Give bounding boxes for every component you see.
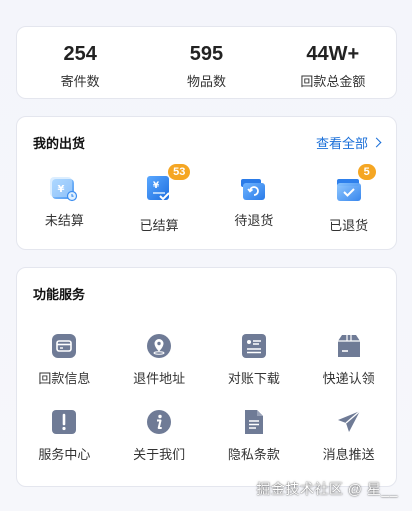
shipment-label: 待退货 (234, 213, 274, 228)
shipment-label: 已退货 (329, 218, 369, 233)
service-privacy-terms[interactable]: 隐私条款 (207, 409, 302, 463)
stat-label: 寄件数 (60, 74, 100, 89)
svg-text:¥: ¥ (153, 181, 160, 191)
service-payment-info[interactable]: 回款信息 (17, 333, 112, 387)
service-label: 隐私条款 (227, 447, 280, 462)
services-card: 功能服务 回款信息 退件地址 对账下载 快递认领 服务中心 关于我们 隐私条款 … (16, 267, 397, 487)
location-pin-icon (147, 334, 172, 358)
pending-return-icon (240, 179, 265, 200)
section-title: 功能服务 (33, 287, 86, 302)
returned-count-badge: 5 (357, 164, 376, 180)
stat-total-payment[interactable]: 44W+ 回款总金额 (270, 27, 396, 98)
service-label: 退件地址 (133, 371, 186, 386)
service-label: 消息推送 (322, 447, 375, 462)
chevron-right-icon (371, 137, 382, 148)
shipment-pending-return[interactable]: 待退货 (207, 174, 302, 234)
package-box-icon (337, 335, 360, 357)
service-label: 快递认领 (322, 371, 375, 386)
view-all-link[interactable]: 查看全部 (315, 133, 382, 152)
settled-icon: ¥ (147, 176, 170, 201)
stat-label: 回款总金额 (300, 74, 366, 89)
services-grid: 回款信息 退件地址 对账下载 快递认领 服务中心 关于我们 隐私条款 消息推送 (17, 333, 396, 463)
stat-items[interactable]: 595 物品数 (143, 27, 269, 98)
unsettled-icon: ¥ (50, 177, 78, 202)
shipment-settled[interactable]: ¥ 53 已结算 (112, 164, 207, 234)
stat-shipments[interactable]: 254 寄件数 (17, 27, 143, 98)
shipment-label: 未结算 (44, 213, 84, 228)
service-label: 对账下载 (227, 371, 280, 386)
shipment-returned[interactable]: 5 已退货 (301, 164, 396, 234)
statement-icon (241, 334, 266, 358)
section-title: 我的出货 (33, 136, 86, 151)
service-label: 服务中心 (38, 447, 91, 462)
card-header: 我的出货 查看全部 (17, 117, 396, 152)
shipment-status-grid: ¥ 未结算 ¥ 53 已结算 待退货 5 已退货 (17, 164, 396, 234)
stat-value: 254 (63, 43, 97, 65)
stats-card: 254 寄件数 595 物品数 44W+ 回款总金额 (16, 26, 397, 99)
alert-doc-icon (52, 410, 77, 434)
document-icon (244, 410, 263, 434)
shipment-label: 已结算 (139, 218, 179, 233)
card-header: 功能服务 (17, 268, 396, 303)
service-express-claim[interactable]: 快递认领 (301, 333, 396, 387)
service-return-address[interactable]: 退件地址 (112, 333, 207, 387)
stat-value: 595 (189, 43, 224, 65)
shipment-unsettled[interactable]: ¥ 未结算 (17, 174, 112, 234)
my-shipments-card: 我的出货 查看全部 ¥ 未结算 ¥ 53 已结算 待退货 5 已退货 (16, 116, 397, 250)
view-all-label: 查看全部 (315, 136, 368, 151)
stat-label: 物品数 (186, 74, 226, 89)
info-icon (147, 410, 172, 434)
service-label: 回款信息 (38, 371, 91, 386)
service-center[interactable]: 服务中心 (17, 409, 112, 463)
watermark-text: 掘金技术社区 @ 星__ (256, 481, 398, 497)
service-statement-download[interactable]: 对账下载 (207, 333, 302, 387)
svg-text:¥: ¥ (58, 184, 65, 195)
paper-plane-icon (337, 410, 361, 432)
settled-count-badge: 53 (168, 164, 191, 180)
payment-card-icon (52, 334, 77, 358)
returned-icon (336, 179, 361, 201)
stat-value: 44W+ (306, 43, 360, 65)
service-label: 关于我们 (133, 447, 186, 462)
service-about-us[interactable]: 关于我们 (112, 409, 207, 463)
service-message-push[interactable]: 消息推送 (301, 409, 396, 463)
